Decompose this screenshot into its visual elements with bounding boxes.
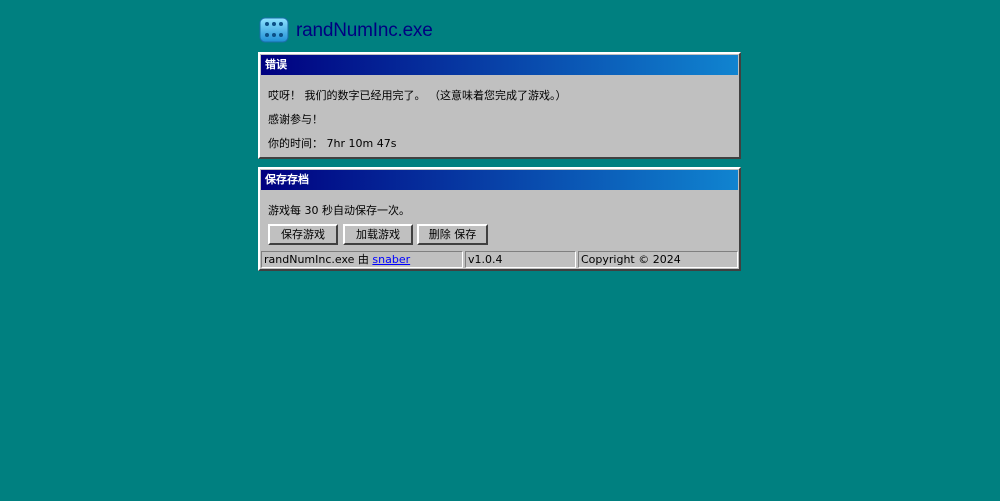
time-value: 7hr 10m 47s [326,137,397,150]
error-window: 错误 哎呀！ 我们的数字已经用完了。 （这意味着您完成了游戏。） 感谢参与！ 你… [258,52,741,159]
load-game-button[interactable]: 加载游戏 [343,224,413,245]
author-link[interactable]: snaber [372,253,410,266]
thanks-message: 感谢参与！ [268,113,323,126]
error-message: 哎呀！ 我们的数字已经用完了。 （这意味着您完成了游戏。） [268,89,567,102]
credit-prefix: randNumInc.exe 由 [264,253,369,266]
time-label: 你的时间： [268,137,323,150]
save-game-button[interactable]: 保存游戏 [268,224,338,245]
status-version: v1.0.4 [465,251,576,268]
dice-icon [259,17,289,43]
status-bar: randNumInc.exe 由 snaber v1.0.4 Copyright… [261,251,738,268]
app-header: randNumInc.exe [259,16,433,44]
status-copyright: Copyright © 2024 [578,251,738,268]
delete-save-button[interactable]: 删除 保存 [417,224,488,245]
save-window: 保存存档 游戏每 30 秒自动保存一次。 保存游戏 加载游戏 删除 保存 ran… [258,167,741,271]
status-credit: randNumInc.exe 由 snaber [261,251,463,268]
autosave-text: 游戏每 30 秒自动保存一次。 [268,204,410,217]
error-window-title: 错误 [261,55,738,75]
time-line: 你的时间： 7hr 10m 47s [268,135,396,151]
save-window-title: 保存存档 [261,170,738,190]
app-title: randNumInc.exe [296,19,433,41]
